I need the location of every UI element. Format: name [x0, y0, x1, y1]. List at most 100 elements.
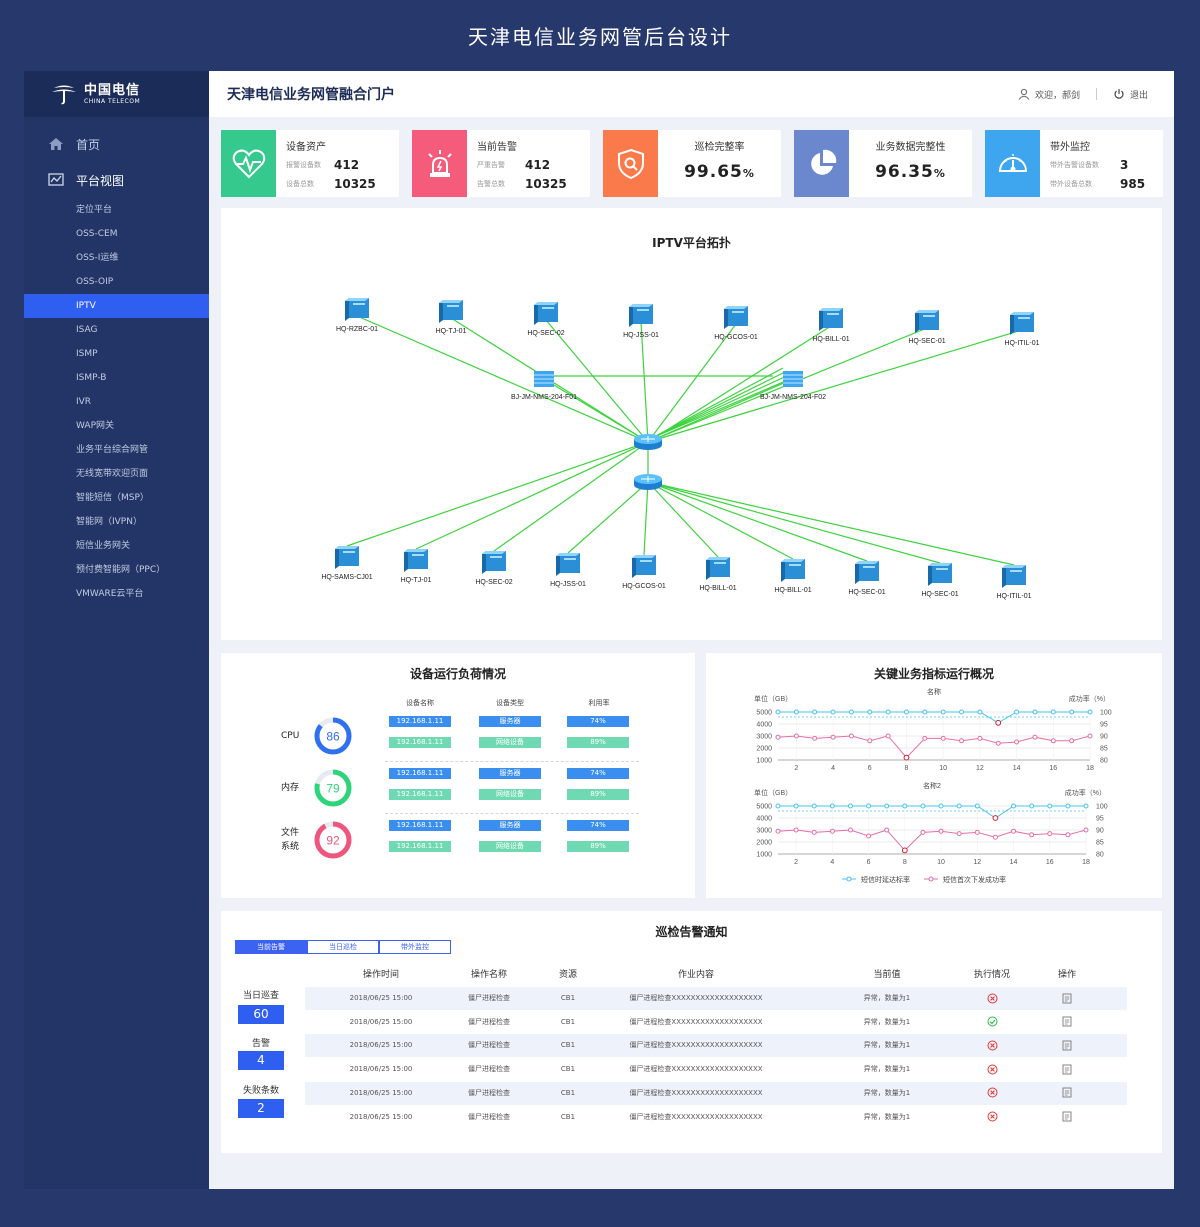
data-point[interactable] [1065, 803, 1071, 809]
stat-value[interactable]: 4 [238, 1051, 284, 1070]
document-icon[interactable] [1062, 1016, 1072, 1027]
data-point[interactable] [938, 828, 944, 834]
data-point[interactable] [992, 815, 999, 821]
table-row[interactable]: 2018/06/25 15:00 僵尸进程检查 CB1 僵尸进程检查XXXXXXXXX… [305, 1106, 1127, 1129]
sidebar-item[interactable]: OSS-I运维 [24, 246, 209, 270]
data-point[interactable] [775, 734, 781, 740]
sidebar-item[interactable]: 智能短信（MSP） [24, 486, 209, 510]
nav-platform-view[interactable]: 平台视图 [24, 162, 209, 198]
topology-server-bottom[interactable]: HQ-SEC-02 [475, 551, 513, 586]
sidebar-item[interactable]: 无线宽带欢迎页面 [24, 462, 209, 486]
data-point[interactable] [885, 733, 891, 739]
device-name-chip[interactable]: 192.168.1.11 [389, 768, 451, 779]
document-icon[interactable] [1062, 1064, 1072, 1075]
data-point[interactable] [940, 709, 946, 715]
kpi-card-alarms[interactable]: 当前告警 严重告警 412 告警总数 10325 [412, 130, 590, 197]
topology-server-bottom[interactable]: HQ-BILL-01 [774, 559, 812, 594]
data-point[interactable] [1014, 709, 1020, 715]
device-name-chip[interactable]: 192.168.1.11 [389, 789, 451, 800]
data-point[interactable] [977, 709, 983, 715]
data-point[interactable] [922, 735, 928, 741]
topology-server-bottom[interactable]: HQ-SEC-01 [848, 561, 886, 596]
kpi-card-oob[interactable]: 带外监控 带外告警设备数 3 带外设备总数 985 [985, 130, 1163, 197]
data-point[interactable] [847, 827, 853, 833]
data-point[interactable] [775, 709, 781, 715]
data-point[interactable] [1011, 803, 1017, 809]
data-point[interactable] [1087, 733, 1093, 739]
action-cell[interactable] [1037, 1034, 1097, 1057]
data-point[interactable] [847, 803, 853, 809]
data-point[interactable] [995, 719, 1002, 726]
data-point[interactable] [793, 733, 799, 739]
data-point[interactable] [959, 709, 965, 715]
data-point[interactable] [867, 709, 873, 715]
action-cell[interactable] [1037, 1058, 1097, 1081]
data-point[interactable] [793, 803, 799, 809]
data-point[interactable] [1047, 831, 1053, 837]
sidebar-item[interactable]: ISAG [24, 318, 209, 342]
action-cell[interactable] [1037, 1011, 1097, 1034]
data-point[interactable] [1047, 803, 1053, 809]
document-icon[interactable] [1062, 1087, 1072, 1098]
sidebar-item[interactable]: VMWARE云平台 [24, 582, 209, 606]
data-point[interactable] [940, 735, 946, 741]
data-point[interactable] [884, 827, 890, 833]
topology-server-top[interactable]: HQ-BILL-01 [812, 308, 850, 343]
data-point[interactable] [1069, 709, 1075, 715]
tab-daily-inspection[interactable]: 当日巡检 [307, 940, 379, 954]
tab-current-alarms[interactable]: 当前告警 [235, 940, 307, 954]
topology-server-top[interactable]: HQ-GCOS-01 [714, 306, 758, 341]
data-point[interactable] [884, 803, 890, 809]
data-point[interactable] [956, 803, 962, 809]
topology-server-bottom[interactable]: HQ-SEC-01 [921, 563, 959, 598]
data-point[interactable] [922, 709, 928, 715]
topology-server-bottom[interactable]: HQ-JSS-01 [550, 553, 586, 588]
sidebar-item[interactable]: IPTV [24, 294, 209, 318]
action-cell[interactable] [1037, 1082, 1097, 1105]
topology-server-top[interactable]: HQ-RZBC-01 [336, 298, 378, 333]
kpi-card-data-integrity[interactable]: 业务数据完整性 96.35% [794, 130, 972, 197]
document-icon[interactable] [1062, 1040, 1072, 1051]
data-point[interactable] [1050, 709, 1056, 715]
topology-server-bottom[interactable]: HQ-TJ-01 [401, 549, 432, 584]
data-point[interactable] [830, 709, 836, 715]
table-row[interactable]: 2018/06/25 15:00 僵尸进程检查 CB1 僵尸进程检查XXXXXXXXX… [305, 1011, 1127, 1034]
data-point[interactable] [920, 829, 926, 835]
data-point[interactable] [811, 829, 817, 835]
action-cell[interactable] [1037, 1106, 1097, 1129]
table-row[interactable]: 2018/06/25 15:00 僵尸进程检查 CB1 僵尸进程检查XXXXXXXXX… [305, 987, 1127, 1010]
data-point[interactable] [974, 803, 980, 809]
data-point[interactable] [775, 828, 781, 834]
sidebar-item[interactable]: 业务平台综合网管 [24, 438, 209, 462]
data-point[interactable] [1087, 709, 1093, 715]
data-point[interactable] [1083, 803, 1089, 809]
data-point[interactable] [992, 834, 998, 840]
topology-server-top[interactable]: HQ-SEC-01 [908, 310, 946, 345]
nav-home[interactable]: 首页 [24, 126, 209, 162]
data-point[interactable] [903, 754, 910, 761]
data-point[interactable] [866, 803, 872, 809]
action-cell[interactable] [1037, 987, 1097, 1010]
data-point[interactable] [1014, 739, 1020, 745]
data-point[interactable] [1029, 803, 1035, 809]
data-point[interactable] [830, 734, 836, 740]
data-point[interactable] [829, 828, 835, 834]
data-point[interactable] [1032, 709, 1038, 715]
data-point[interactable] [974, 829, 980, 835]
topology-server-bottom[interactable]: HQ-GCOS-01 [622, 555, 666, 590]
data-point[interactable] [866, 833, 872, 839]
data-point[interactable] [956, 831, 962, 837]
data-point[interactable] [812, 735, 818, 741]
data-point[interactable] [829, 803, 835, 809]
kpi-card-assets[interactable]: 设备资产 报警设备数 412 设备总数 10325 [221, 130, 399, 197]
topology-server-bottom[interactable]: HQ-BILL-01 [699, 557, 737, 592]
data-point[interactable] [811, 803, 817, 809]
tab-oob-monitor[interactable]: 带外监控 [379, 940, 451, 954]
topology-server-top[interactable]: HQ-ITIL-01 [1004, 312, 1040, 347]
kpi-card-inspection[interactable]: 巡检完整率 99.65% [603, 130, 781, 197]
topology-server-bottom[interactable]: HQ-SAMS-CJ01 [321, 546, 373, 581]
router-icon[interactable] [634, 474, 662, 490]
stat-value[interactable]: 60 [238, 1005, 284, 1024]
data-point[interactable] [1065, 832, 1071, 838]
sidebar-item[interactable]: ISMP [24, 342, 209, 366]
